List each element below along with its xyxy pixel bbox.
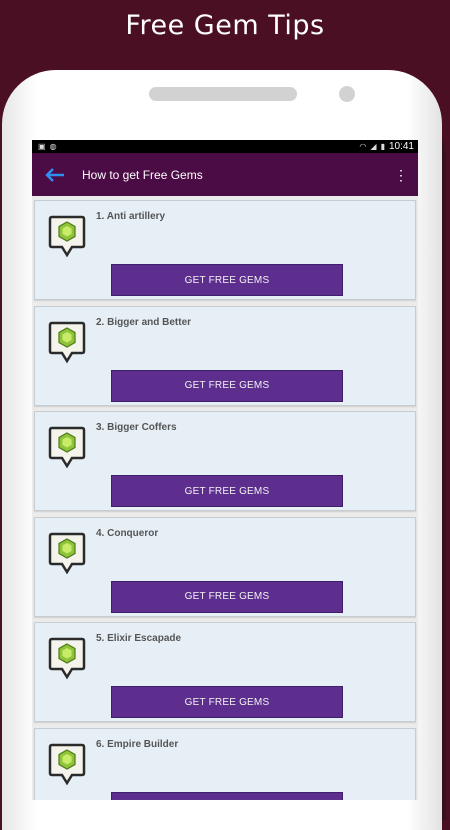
- tip-title: 6. Empire Builder: [96, 738, 179, 750]
- tip-card: 6. Empire Builder GET FREE GEMS: [34, 727, 416, 800]
- overflow-menu-button[interactable]: ⋮: [394, 165, 408, 185]
- image-notification-icon: ▣: [38, 142, 46, 151]
- tip-title: 1. Anti artillery: [96, 211, 166, 222]
- banner-title: Free Gem Tips: [125, 10, 325, 41]
- get-free-gems-button[interactable]: GET FREE GEMS: [111, 369, 343, 402]
- tip-title: 5. Elixir Escapade: [96, 633, 182, 645]
- get-free-gems-button[interactable]: GET FREE GEMS: [111, 580, 343, 613]
- battery-icon: ▮: [380, 142, 385, 151]
- tips-list: 1. Anti artillery GET FREE GEMS 2. Bigge…: [32, 196, 418, 800]
- status-bar: ▣ ◍ ◠ ◢ ▮ 10:41: [32, 140, 418, 153]
- tip-card: 3. Bigger Coffers GET FREE GEMS: [34, 411, 416, 512]
- get-free-gems-button[interactable]: GET FREE GEMS: [111, 475, 343, 508]
- signal-icon: ◢: [370, 142, 377, 151]
- gem-icon: [48, 532, 86, 575]
- app-bar-title: How to get Free Gems: [82, 167, 203, 182]
- tip-card: 1. Anti artillery GET FREE GEMS: [34, 200, 416, 300]
- back-button[interactable]: [44, 164, 66, 186]
- get-free-gems-button[interactable]: GET FREE GEMS: [111, 686, 343, 719]
- gem-icon: [48, 321, 86, 363]
- phone-camera: [339, 86, 355, 102]
- shield-notification-icon: ◍: [49, 142, 57, 151]
- tip-card: 4. Conqueror GET FREE GEMS: [34, 516, 416, 617]
- tip-title: 4. Conqueror: [96, 527, 159, 539]
- back-arrow-icon: [45, 167, 64, 182]
- get-free-gems-button[interactable]: GET FREE GEMS: [111, 791, 343, 800]
- gem-icon: [48, 743, 86, 786]
- app-bar: How to get Free Gems ⋮: [32, 153, 418, 196]
- tip-title: 2. Bigger and Better: [96, 316, 192, 328]
- more-vert-icon: ⋮: [394, 166, 408, 183]
- tip-card: 2. Bigger and Better GET FREE GEMS: [34, 305, 416, 406]
- gem-icon: [48, 426, 86, 469]
- status-time: 10:41: [388, 141, 414, 152]
- tip-card: 5. Elixir Escapade GET FREE GEMS: [34, 622, 416, 723]
- get-free-gems-button[interactable]: GET FREE GEMS: [111, 264, 343, 296]
- gem-icon: [48, 215, 86, 258]
- phone-speaker: [149, 87, 297, 101]
- phone-screen: ▣ ◍ ◠ ◢ ▮ 10:41 How to get Free Gems ⋮ 1…: [32, 140, 418, 800]
- wifi-icon: ◠: [359, 142, 367, 151]
- tip-title: 3. Bigger Coffers: [96, 422, 177, 434]
- gem-icon: [48, 638, 86, 680]
